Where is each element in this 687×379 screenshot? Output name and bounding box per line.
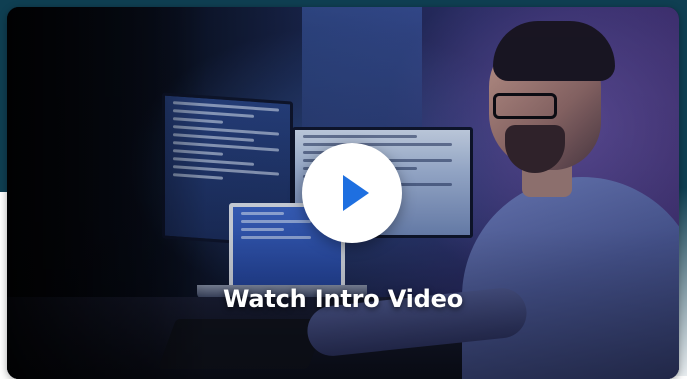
watch-intro-video-label[interactable]: Watch Intro Video bbox=[7, 285, 679, 313]
play-icon bbox=[343, 175, 369, 211]
intro-video-card[interactable]: Watch Intro Video bbox=[7, 7, 679, 379]
play-video-button[interactable] bbox=[302, 143, 402, 243]
